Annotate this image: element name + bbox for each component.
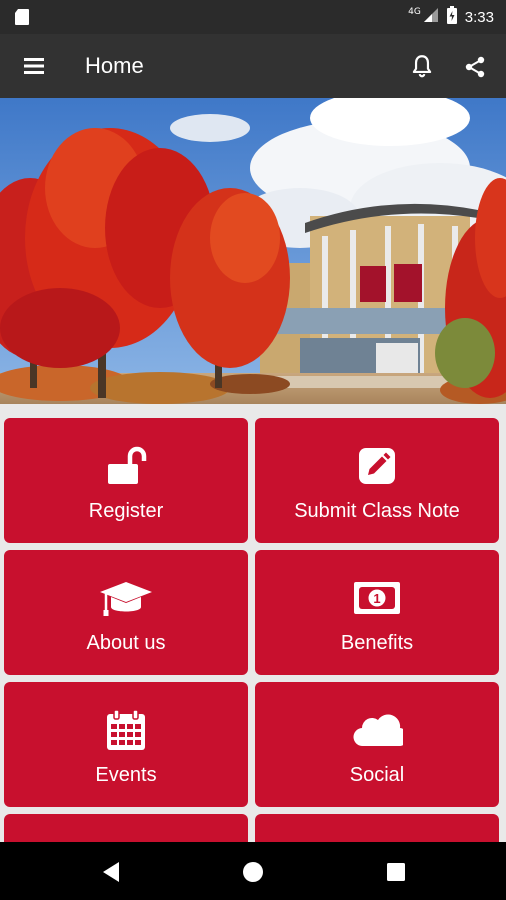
bell-icon[interactable]	[409, 53, 435, 83]
status-bar: 4G 3:33	[0, 0, 506, 34]
benefits-label: Benefits	[340, 632, 414, 654]
register-label: Register	[88, 500, 164, 522]
network-type-label: 4G	[408, 7, 421, 17]
about-us-tile[interactable]: About us	[4, 550, 248, 675]
submit-class-note-tile[interactable]: Submit Class Note	[255, 418, 499, 543]
app-bar: Home	[0, 34, 506, 98]
clock-time: 3:33	[464, 8, 494, 26]
grid-tile-partial[interactable]	[4, 814, 248, 842]
calendar-icon	[4, 708, 248, 752]
edit-icon	[255, 444, 499, 488]
register-tile[interactable]: Register	[4, 418, 248, 543]
share-icon[interactable]	[463, 55, 487, 83]
social-tile[interactable]: Social	[255, 682, 499, 807]
svg-text:1: 1	[373, 591, 380, 606]
battery-icon	[446, 6, 457, 28]
home-icon[interactable]	[242, 861, 264, 887]
graduation-cap-icon	[4, 576, 248, 620]
grid-tile-partial[interactable]	[255, 814, 499, 842]
cloud-icon	[255, 708, 499, 752]
submit-class-note-label: Submit Class Note	[294, 500, 460, 522]
system-navigation-bar	[0, 842, 506, 900]
menu-icon[interactable]	[22, 54, 48, 78]
sd-card-icon	[14, 8, 30, 30]
money-icon: 1	[255, 576, 499, 620]
about-us-label: About us	[86, 632, 166, 654]
back-icon[interactable]	[101, 861, 121, 887]
signal-icon	[423, 7, 439, 27]
social-label: Social	[349, 764, 405, 786]
page-title: Home	[85, 53, 144, 78]
events-label: Events	[95, 764, 157, 786]
campus-hero-image	[0, 98, 506, 404]
menu-grid: Register Submit Class Note About us 1 Be…	[0, 404, 506, 842]
events-tile[interactable]: Events	[4, 682, 248, 807]
benefits-tile[interactable]: 1 Benefits	[255, 550, 499, 675]
unlock-icon	[4, 444, 248, 488]
recents-icon[interactable]	[386, 862, 406, 886]
